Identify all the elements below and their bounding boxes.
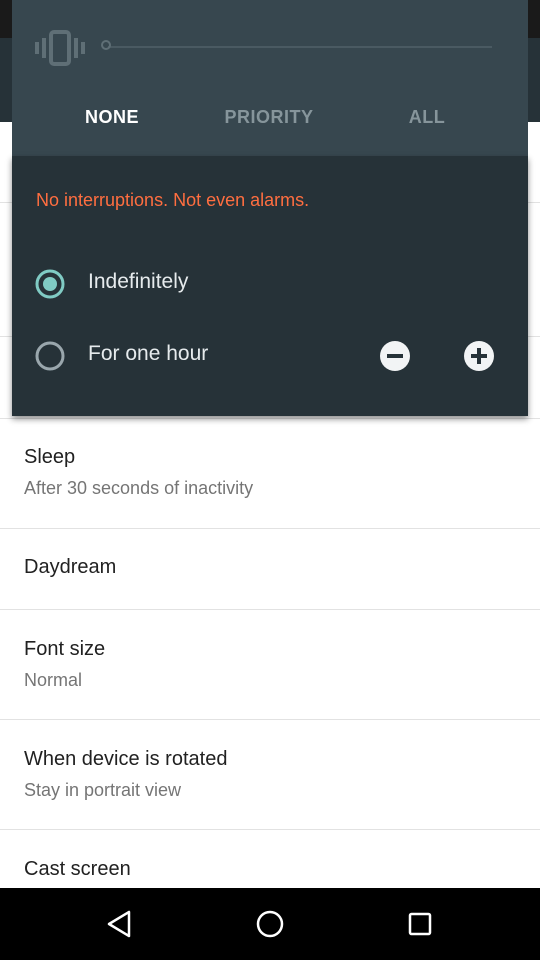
rotation-summary: Stay in portrait view [24,780,182,800]
cast-screen-title: Cast screen [24,858,131,880]
sleep-setting[interactable]: Sleep After 30 seconds of inactivity [0,418,540,528]
rotation-title: When device is rotated [24,748,228,770]
home-circle-icon[interactable] [255,909,285,939]
cast-screen-setting[interactable]: Cast screen [0,829,540,888]
plus-circle-icon[interactable] [464,341,494,371]
tab-priority[interactable]: PRIORITY [199,100,339,134]
font-size-summary: Normal [24,670,83,690]
option-one-hour-label: For one hour [88,342,209,365]
navigation-bar [0,888,540,960]
font-size-title: Font size [24,638,106,660]
volume-slider-thumb[interactable] [101,40,111,50]
daydream-title: Daydream [24,556,117,578]
font-size-setting[interactable]: Font size Normal [0,609,540,719]
back-triangle-icon[interactable] [105,909,135,939]
rotation-setting[interactable]: When device is rotated Stay in portrait … [0,719,540,829]
recents-square-icon[interactable] [405,909,435,939]
volume-panel: NONE PRIORITY ALL [12,0,528,156]
option-indefinitely[interactable]: Indefinitely [12,256,528,312]
sleep-summary: After 30 seconds of inactivity [24,478,254,498]
radio-checked-icon[interactable] [34,268,66,300]
volume-slider[interactable] [98,34,492,60]
interruptions-panel: No interruptions. Not even alarms. Indef… [12,156,528,416]
daydream-setting[interactable]: Daydream [0,528,540,609]
option-one-hour[interactable]: For one hour [12,328,528,384]
mode-description: No interruptions. Not even alarms. [36,190,310,210]
option-indefinitely-label: Indefinitely [88,270,189,293]
vibrate-icon[interactable] [34,28,86,68]
tab-none[interactable]: NONE [42,100,182,134]
volume-slider-track [108,46,492,48]
sleep-title: Sleep [24,446,76,468]
radio-unchecked-icon[interactable] [34,340,66,372]
tab-all[interactable]: ALL [357,100,497,134]
minus-circle-icon[interactable] [380,341,410,371]
